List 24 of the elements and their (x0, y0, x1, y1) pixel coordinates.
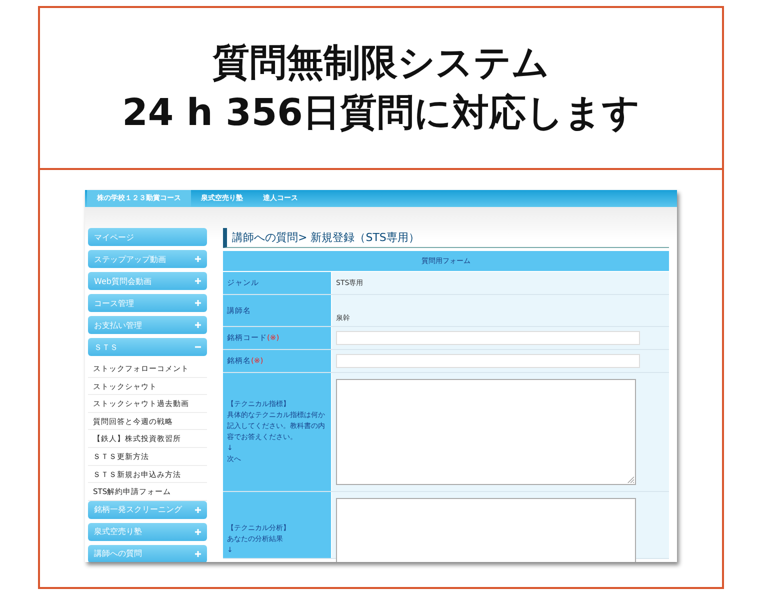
input-field[interactable] (336, 354, 640, 368)
textarea-field[interactable] (336, 379, 636, 485)
sidebar-menu-item[interactable]: ステップアップ動画 (88, 250, 207, 268)
menu-label: お支払い管理 (94, 320, 142, 330)
sidebar-menu-item[interactable]: コース管理 (88, 294, 207, 312)
headline: 質問無制限システム (212, 40, 550, 86)
menu-label: 銘柄一発スクリーニング (94, 504, 182, 516)
menu-label: ステップアップ動画 (94, 254, 166, 264)
headline: 24 h 356日質問に対応します (122, 90, 640, 136)
sidebar-menu-item[interactable]: Web質問会動画 (88, 272, 207, 290)
resize-grip-icon (627, 476, 634, 483)
sidebar-menu-item[interactable]: マイページ (88, 228, 207, 246)
menu-label: コース管理 (94, 298, 134, 308)
sidebar-menu-item[interactable]: ＳＴＳ (88, 338, 207, 356)
sidebar-menu-item[interactable]: お支払い管理 (88, 316, 207, 334)
sidebar-menu-item[interactable]: 講師への質問 (88, 544, 207, 562)
input-field[interactable] (336, 331, 640, 345)
sidebar-menu-item[interactable]: 泉式空売り塾 (88, 522, 207, 541)
menu-label: Web質問会動画 (94, 276, 152, 286)
sidebar-menu-item[interactable]: 銘柄一発スクリーニング (88, 500, 207, 519)
menu-label: ＳＴＳ (94, 342, 118, 352)
menu-label: マイページ (94, 232, 134, 242)
menu-label: 泉式空売り塾 (94, 526, 142, 538)
menu-label: 講師への質問 (94, 548, 142, 560)
